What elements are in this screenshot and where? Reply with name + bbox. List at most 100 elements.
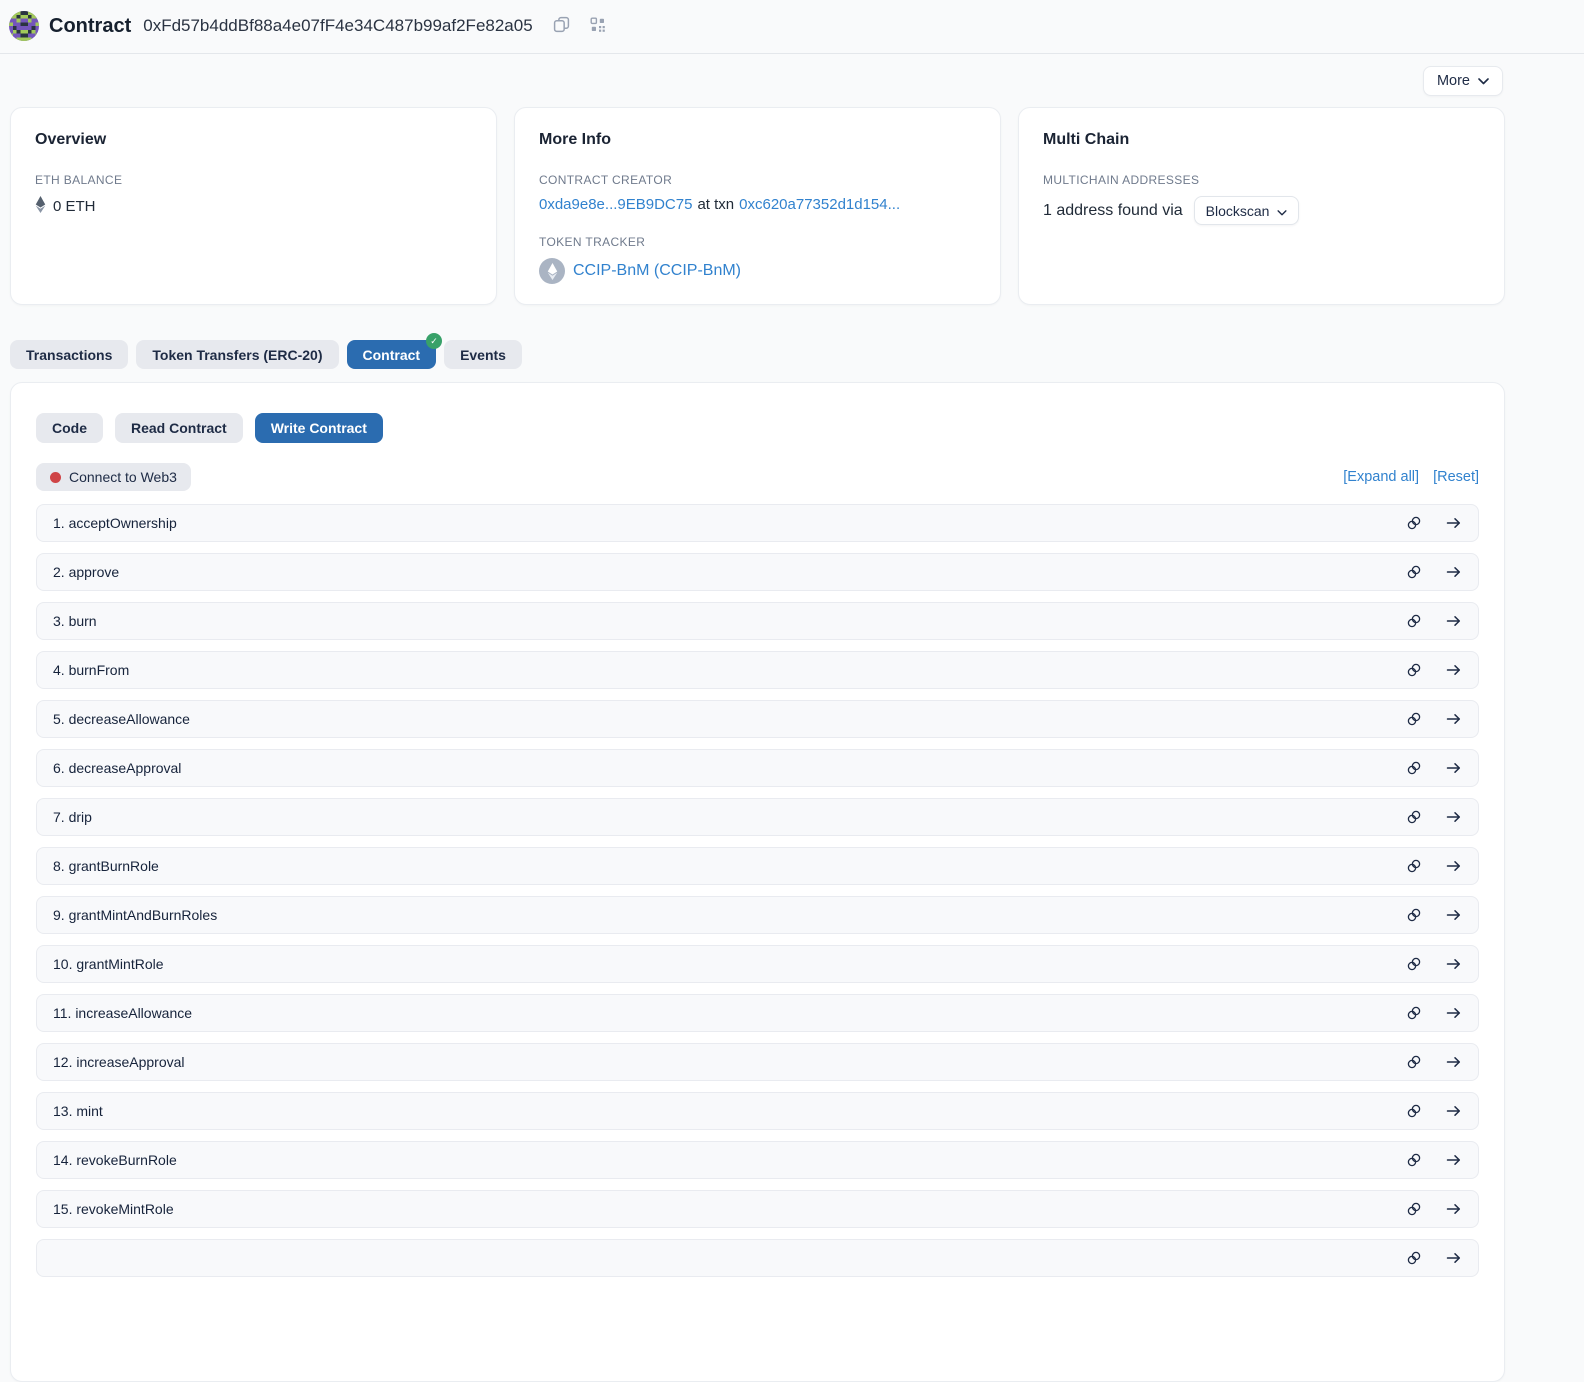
permalink-icon[interactable] xyxy=(1406,907,1422,923)
qr-code-button[interactable] xyxy=(588,15,608,38)
expand-all-link[interactable]: [Expand all] xyxy=(1343,469,1419,485)
permalink-icon[interactable] xyxy=(1406,1250,1422,1266)
permalink-icon[interactable] xyxy=(1406,760,1422,776)
arrow-right-icon[interactable] xyxy=(1445,1250,1462,1266)
tab-events[interactable]: Events xyxy=(444,340,522,369)
function-row[interactable]: 9. grantMintAndBurnRoles xyxy=(36,896,1479,934)
permalink-icon[interactable] xyxy=(1406,956,1422,972)
function-row[interactable]: 15. revokeMintRole xyxy=(36,1190,1479,1228)
permalink-icon[interactable] xyxy=(1406,564,1422,580)
function-name: 15. revokeMintRole xyxy=(53,1201,1406,1217)
permalink-icon[interactable] xyxy=(1406,1054,1422,1070)
arrow-right-icon[interactable] xyxy=(1445,956,1462,972)
function-row[interactable]: 11. increaseAllowance xyxy=(36,994,1479,1032)
arrow-right-icon[interactable] xyxy=(1445,907,1462,923)
permalink-icon[interactable] xyxy=(1406,858,1422,874)
permalink-icon[interactable] xyxy=(1406,1152,1422,1168)
reset-link[interactable]: [Reset] xyxy=(1433,469,1479,485)
function-row-actions xyxy=(1406,564,1462,580)
function-row-actions xyxy=(1406,907,1462,923)
function-row[interactable]: 12. increaseApproval xyxy=(36,1043,1479,1081)
function-row[interactable]: 4. burnFrom xyxy=(36,651,1479,689)
function-row[interactable]: 13. mint xyxy=(36,1092,1479,1130)
permalink-icon[interactable] xyxy=(1406,1103,1422,1119)
overview-card-title: Overview xyxy=(35,131,472,149)
arrow-right-icon[interactable] xyxy=(1445,564,1462,580)
function-row[interactable]: 6. decreaseApproval xyxy=(36,749,1479,787)
multichain-card-title: Multi Chain xyxy=(1043,131,1480,149)
arrow-right-icon[interactable] xyxy=(1445,1054,1462,1070)
copy-address-button[interactable] xyxy=(551,14,572,38)
arrow-right-icon[interactable] xyxy=(1445,1201,1462,1217)
function-row[interactable]: 7. drip xyxy=(36,798,1479,836)
creation-txn-link[interactable]: 0xc620a77352d1d154... xyxy=(739,196,900,213)
arrow-right-icon[interactable] xyxy=(1445,809,1462,825)
function-row[interactable]: 8. grantBurnRole xyxy=(36,847,1479,885)
multichain-provider-select[interactable]: Blockscan xyxy=(1194,196,1300,225)
arrow-right-icon[interactable] xyxy=(1445,662,1462,678)
multichain-provider-value: Blockscan xyxy=(1206,203,1270,219)
function-row[interactable]: 3. burn xyxy=(36,602,1479,640)
function-name: 12. increaseApproval xyxy=(53,1054,1406,1070)
permalink-icon[interactable] xyxy=(1406,662,1422,678)
eth-balance-label: ETH BALANCE xyxy=(35,173,472,187)
permalink-icon[interactable] xyxy=(1406,515,1422,531)
function-row-actions xyxy=(1406,1103,1462,1119)
permalink-icon[interactable] xyxy=(1406,1005,1422,1021)
permalink-icon[interactable] xyxy=(1406,613,1422,629)
permalink-icon[interactable] xyxy=(1406,1201,1422,1217)
contract-subtabs: Code Read Contract Write Contract xyxy=(36,413,1479,443)
function-row[interactable]: 10. grantMintRole xyxy=(36,945,1479,983)
function-row[interactable]: 2. approve xyxy=(36,553,1479,591)
tab-transactions[interactable]: Transactions xyxy=(10,340,128,369)
tab-token-transfers[interactable]: Token Transfers (ERC-20) xyxy=(136,340,338,369)
function-row[interactable]: 14. revokeBurnRole xyxy=(36,1141,1479,1179)
connect-row: Connect to Web3 [Expand all] [Reset] xyxy=(36,463,1479,491)
function-name: 9. grantMintAndBurnRoles xyxy=(53,907,1406,923)
subtab-code[interactable]: Code xyxy=(36,413,103,443)
permalink-icon[interactable] xyxy=(1406,809,1422,825)
overview-card: Overview ETH BALANCE 0 ETH xyxy=(10,107,497,305)
subtab-write-contract[interactable]: Write Contract xyxy=(255,413,383,443)
arrow-right-icon[interactable] xyxy=(1445,613,1462,629)
more-info-card: More Info CONTRACT CREATOR 0xda9e8e...9E… xyxy=(514,107,1001,305)
permalink-icon[interactable] xyxy=(1406,711,1422,727)
function-row-actions xyxy=(1406,1152,1462,1168)
subtab-read-contract[interactable]: Read Contract xyxy=(115,413,243,443)
connect-to-web3-button[interactable]: Connect to Web3 xyxy=(36,463,191,491)
arrow-right-icon[interactable] xyxy=(1445,1103,1462,1119)
arrow-right-icon[interactable] xyxy=(1445,1005,1462,1021)
tab-contract[interactable]: Contract ✓ xyxy=(347,340,437,369)
page-content: More Overview ETH BALANCE 0 ETH More In xyxy=(10,66,1505,1382)
function-row[interactable]: 5. decreaseAllowance xyxy=(36,700,1479,738)
contract-identicon xyxy=(9,11,39,41)
arrow-right-icon[interactable] xyxy=(1445,760,1462,776)
function-row[interactable]: 1. acceptOwnership xyxy=(36,504,1479,542)
function-name: 8. grantBurnRole xyxy=(53,858,1406,874)
chevron-down-icon xyxy=(1478,73,1489,89)
function-row-actions xyxy=(1406,858,1462,874)
arrow-right-icon[interactable] xyxy=(1445,1152,1462,1168)
token-tracker-link[interactable]: CCIP-BnM (CCIP-BnM) xyxy=(573,262,741,280)
function-name: 7. drip xyxy=(53,809,1406,825)
more-dropdown-button[interactable]: More xyxy=(1423,66,1503,96)
function-row-actions xyxy=(1406,515,1462,531)
contract-address: 0xFd57b4ddBf88a4e07fF4e34C487b99af2Fe82a… xyxy=(143,16,532,36)
function-row-actions xyxy=(1406,956,1462,972)
creator-address-link[interactable]: 0xda9e8e...9EB9DC75 xyxy=(539,196,692,213)
arrow-right-icon[interactable] xyxy=(1445,515,1462,531)
function-name: 6. decreaseApproval xyxy=(53,760,1406,776)
function-row-actions xyxy=(1406,711,1462,727)
verified-check-badge: ✓ xyxy=(426,333,442,349)
function-row-actions xyxy=(1406,760,1462,776)
multichain-found-text: 1 address found via xyxy=(1043,202,1183,220)
function-row-partial[interactable] xyxy=(36,1239,1479,1277)
arrow-right-icon[interactable] xyxy=(1445,858,1462,874)
chevron-down-icon xyxy=(1277,203,1287,219)
page-header: Contract 0xFd57b4ddBf88a4e07fF4e34C487b9… xyxy=(0,0,1584,54)
creator-txn-separator: at txn xyxy=(697,196,734,213)
function-row-actions xyxy=(1406,1054,1462,1070)
qr-code-icon xyxy=(590,17,606,36)
function-name: 14. revokeBurnRole xyxy=(53,1152,1406,1168)
arrow-right-icon[interactable] xyxy=(1445,711,1462,727)
